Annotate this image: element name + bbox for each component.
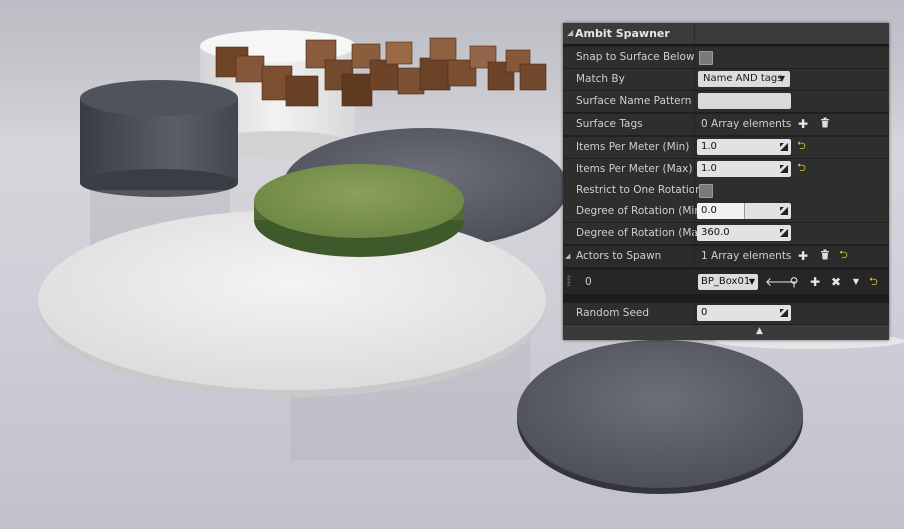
rotation-min-slider[interactable]: 0.0 xyxy=(697,203,791,219)
add-icon[interactable]: ✚ xyxy=(796,117,810,131)
row-snap-to-surface: Snap to Surface Below xyxy=(563,47,889,68)
rotation-min-value: 0.0 xyxy=(701,205,717,216)
reset-arrow-icon[interactable]: ⮌ xyxy=(797,162,807,174)
label-rotation-min: Degree of Rotation (Min) xyxy=(576,205,706,217)
trash-icon[interactable] xyxy=(818,117,832,131)
rotation-max-input[interactable]: 360.0 xyxy=(697,225,791,241)
advanced-toggle-bar[interactable]: ▲ xyxy=(563,325,889,340)
surface-tags-count: 0 Array elements xyxy=(701,118,792,130)
actor-asset-picker[interactable]: BP_Box01 ▼ xyxy=(698,274,758,290)
collapse-arrow-icon[interactable]: ◢ xyxy=(565,252,570,260)
use-selected-arrow-icon[interactable]: 🡐 xyxy=(765,275,797,289)
reset-arrow-icon[interactable]: ⮌ xyxy=(839,249,849,261)
dark-disc-front xyxy=(517,340,803,488)
row-rotation-max: Degree of Rotation (Max) 360.0 xyxy=(563,223,889,244)
row-restrict-rotation: Restrict to One Rotation xyxy=(563,180,889,201)
row-random-seed: Random Seed 0 xyxy=(563,303,889,324)
match-by-dropdown[interactable]: Name AND tags ▼ xyxy=(698,71,790,87)
label-match-by: Match By xyxy=(576,73,625,85)
label-items-max: Items Per Meter (Max) xyxy=(576,163,693,175)
label-actors-to-spawn: Actors to Spawn xyxy=(576,250,662,262)
category-title: Ambit Spawner xyxy=(575,27,670,40)
restrict-rotation-checkbox[interactable] xyxy=(699,184,713,198)
items-min-value: 1.0 xyxy=(701,141,717,152)
chevron-down-icon: ▼ xyxy=(778,74,785,83)
row-match-by: Match By Name AND tags ▼ xyxy=(563,69,889,90)
resize-icon xyxy=(780,143,788,151)
resize-icon xyxy=(780,207,788,215)
label-rotation-max: Degree of Rotation (Max) xyxy=(576,227,709,239)
rotation-max-value: 360.0 xyxy=(701,227,730,238)
ambit-spawner-details-panel: ◢ Ambit Spawner Snap to Surface Below Ma… xyxy=(563,23,889,340)
insert-icon[interactable]: ✚ xyxy=(808,275,822,289)
label-surface-name-pattern: Surface Name Pattern xyxy=(576,95,692,107)
green-disc xyxy=(254,164,464,238)
reset-arrow-icon[interactable]: ⮌ xyxy=(797,140,807,152)
label-snap-to-surface: Snap to Surface Below xyxy=(576,51,695,63)
resize-icon xyxy=(780,309,788,317)
items-max-input[interactable]: 1.0 xyxy=(697,161,791,177)
row-surface-name-pattern: Surface Name Pattern xyxy=(563,91,889,112)
collapse-triangle-icon[interactable]: ▲ xyxy=(756,326,763,336)
chevron-down-icon: ▼ xyxy=(748,277,755,286)
items-min-input[interactable]: 1.0 xyxy=(697,139,791,155)
label-items-min: Items Per Meter (Min) xyxy=(576,141,690,153)
drag-handle-icon[interactable] xyxy=(567,275,571,286)
actor-element-row: 0 BP_Box01 ▼ 🡐 ⚲ ✚ ✖ ▼ ⮌ xyxy=(563,270,889,294)
actors-to-spawn-count: 1 Array elements xyxy=(701,250,792,262)
trash-icon[interactable] xyxy=(818,249,832,263)
label-random-seed: Random Seed xyxy=(576,307,650,319)
resize-icon xyxy=(780,165,788,173)
random-seed-input[interactable]: 0 xyxy=(697,305,791,321)
row-actors-to-spawn[interactable]: ◢ Actors to Spawn 1 Array elements ✚ ⮌ xyxy=(563,246,889,267)
resize-icon xyxy=(780,229,788,237)
label-surface-tags: Surface Tags xyxy=(576,118,643,130)
row-surface-tags: Surface Tags 0 Array elements ✚ xyxy=(563,114,889,135)
reset-arrow-icon[interactable]: ⮌ xyxy=(869,276,879,288)
clear-x-icon[interactable]: ✖ xyxy=(829,275,843,289)
actor-asset-name: BP_Box01 xyxy=(701,276,751,287)
add-icon[interactable]: ✚ xyxy=(796,249,810,263)
category-header[interactable]: ◢ Ambit Spawner xyxy=(563,23,889,45)
snap-to-surface-checkbox[interactable] xyxy=(699,51,713,65)
match-by-value: Name AND tags xyxy=(703,73,783,84)
random-seed-value: 0 xyxy=(701,307,708,318)
surface-name-pattern-input[interactable] xyxy=(698,93,791,109)
label-restrict-rotation: Restrict to One Rotation xyxy=(576,184,702,196)
element-index: 0 xyxy=(585,276,592,288)
collapse-arrow-icon[interactable]: ◢ xyxy=(567,28,573,37)
dark-cylinder-top xyxy=(80,80,238,116)
row-items-per-meter-min: Items Per Meter (Min) 1.0 ⮌ xyxy=(563,137,889,158)
browse-search-icon[interactable]: ⚲ xyxy=(787,275,801,289)
row-rotation-min: Degree of Rotation (Min) 0.0 xyxy=(563,201,889,222)
items-max-value: 1.0 xyxy=(701,163,717,174)
row-items-per-meter-max: Items Per Meter (Max) 1.0 ⮌ xyxy=(563,159,889,180)
chevron-down-icon[interactable]: ▼ xyxy=(849,275,863,289)
